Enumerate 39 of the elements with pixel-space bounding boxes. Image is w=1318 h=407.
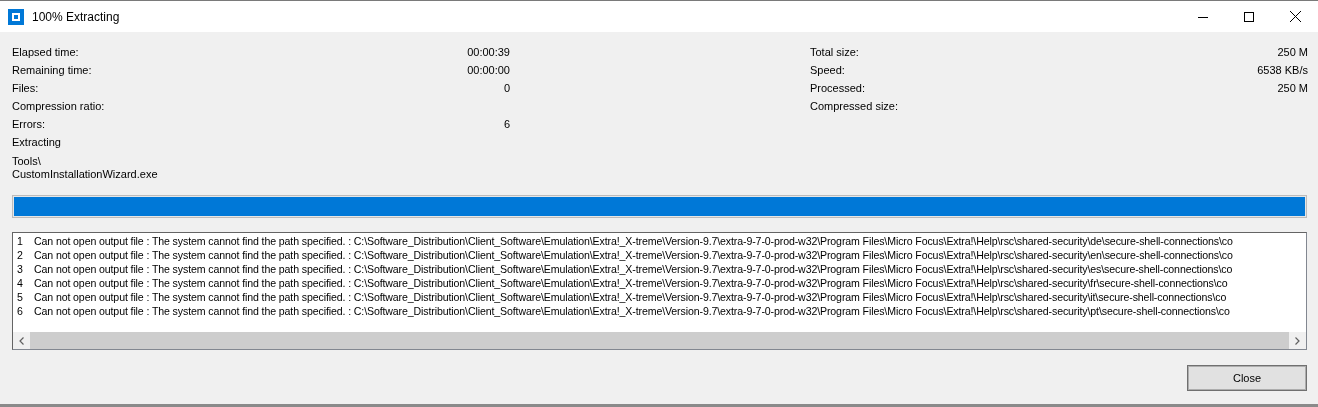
log-message: Can not open output file : The system cannot find the path specified. : C:\Software_Distribution\Client_Software\Emulation\Extra!_X-treme\Version-9.7\extra-9-7-0-prod-w32\Program Files\Micro Focus\Extra!\Help\rsc\shared-security\es\secure-shell-connections\co: [34, 262, 1233, 276]
stat-label: Remaining time:: [12, 63, 93, 78]
stat-label: Compressed size:: [810, 99, 900, 114]
window-title: 100% Extracting: [32, 9, 121, 24]
line-number: 4: [17, 276, 24, 290]
stat-value: 00:00:00: [467, 63, 510, 78]
current-file: CustomInstallationWizard.exe: [12, 168, 159, 181]
log-message: Can not open output file : The system cannot find the path specified. : C:\Software_Distribution\Client_Software\Emulation\Extra!_X-treme\Version-9.7\extra-9-7-0-prod-w32\Program Files\Micro Focus\Extra!\Help\rsc\shared-security\pt\secure-shell-connections\co: [34, 304, 1230, 318]
stat-value: 250 M: [1276, 81, 1308, 96]
app-icon: [8, 8, 24, 25]
status-text: Extracting: [12, 135, 62, 150]
line-number: 5: [17, 290, 24, 304]
log-message: Can not open output file : The system cannot find the path specified. : C:\Software_Distribution\Client_Software\Emulation\Extra!_X-treme\Version-9.7\extra-9-7-0-prod-w32\Program Files\Micro Focus\Extra!\Help\rsc\shared-security\it\secure-shell-connections\co: [34, 290, 1227, 304]
line-number: 1: [17, 234, 24, 248]
log-message: Can not open output file : The system cannot find the path specified. : C:\Software_Distribution\Client_Software\Emulation\Extra!_X-treme\Version-9.7\extra-9-7-0-prod-w32\Program Files\Micro Focus\Extra!\Help\rsc\shared-security\en\secure-shell-connections\co: [34, 248, 1233, 262]
scroll-right-icon[interactable]: [1295, 336, 1300, 345]
line-number: 3: [17, 262, 24, 276]
stat-label: Errors:: [12, 117, 46, 132]
stat-value: 6538 KB/s: [1257, 63, 1308, 78]
scroll-left-icon[interactable]: [19, 336, 24, 345]
stat-value: 00:00:39: [467, 45, 510, 60]
log-message: Can not open output file : The system cannot find the path specified. : C:\Software_Distribution\Client_Software\Emulation\Extra!_X-treme\Version-9.7\extra-9-7-0-prod-w32\Program Files\Micro Focus\Extra!\Help\rsc\shared-security\de\secure-shell-connections\co: [34, 234, 1233, 248]
stat-label: Compression ratio:: [12, 99, 106, 114]
line-number: 6: [17, 304, 24, 318]
close-icon: [1289, 11, 1301, 22]
stat-label: Total size:: [810, 45, 860, 60]
maximize-icon: [1244, 11, 1254, 22]
stat-label: Processed:: [810, 81, 867, 96]
horizontal-scrollbar[interactable]: [13, 332, 1306, 349]
log-message: Can not open output file : The system cannot find the path specified. : C:\Software_Distribution\Client_Software\Emulation\Extra!_X-treme\Version-9.7\extra-9-7-0-prod-w32\Program Files\Micro Focus\Extra!\Help\rsc\shared-security\fr\secure-shell-connections\co: [34, 276, 1228, 290]
stat-value: 0: [502, 81, 510, 96]
current-path: Tools\: [12, 155, 42, 168]
stat-value: 250 M: [1276, 45, 1308, 60]
stat-label: Elapsed time:: [12, 45, 80, 60]
line-number: 2: [17, 248, 24, 262]
stat-label: Speed:: [810, 63, 846, 78]
stat-value: 6: [502, 117, 510, 132]
stat-label: Files:: [12, 81, 40, 96]
close-dialog-button[interactable]: Close: [1187, 365, 1307, 391]
